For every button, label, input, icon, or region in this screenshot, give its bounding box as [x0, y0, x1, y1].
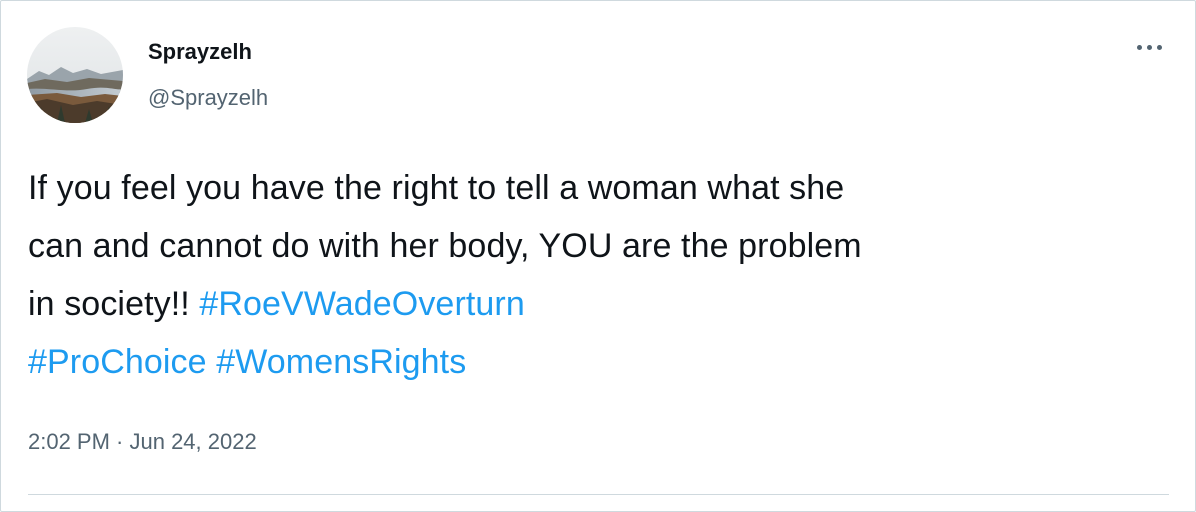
tweet-text: If you feel you have the right to tell a… [28, 159, 1168, 391]
user-avatar[interactable] [27, 27, 123, 123]
user-handle[interactable]: @Sprayzelh [148, 85, 268, 111]
tweet-text-line: #ProChoice #WomensRights [28, 333, 1168, 391]
tweet-text-segment: in society!! [28, 285, 200, 323]
more-dot [1136, 44, 1142, 50]
more-dot [1146, 44, 1152, 50]
tweet-card: Sprayzelh @Sprayzelh If you feel you hav… [0, 0, 1196, 512]
more-dot [1156, 44, 1162, 50]
tweet-timestamp[interactable]: 2:02 PM · Jun 24, 2022 [28, 427, 257, 457]
tweet-text-line: can and cannot do with her body, YOU are… [28, 227, 862, 265]
hashtag-link[interactable]: #RoeVWadeOverturn [199, 285, 524, 323]
display-name[interactable]: Sprayzelh [148, 39, 252, 65]
hashtag-link[interactable]: #ProChoice [28, 343, 207, 381]
hashtag-link[interactable]: #WomensRights [216, 343, 466, 381]
tweet-text-line: in society!! #RoeVWadeOverturn [28, 275, 1168, 333]
more-options-icon[interactable] [1129, 33, 1169, 61]
divider [28, 494, 1169, 495]
tweet-text-line: If you feel you have the right to tell a… [28, 169, 845, 207]
landscape-avatar-icon [27, 27, 123, 123]
